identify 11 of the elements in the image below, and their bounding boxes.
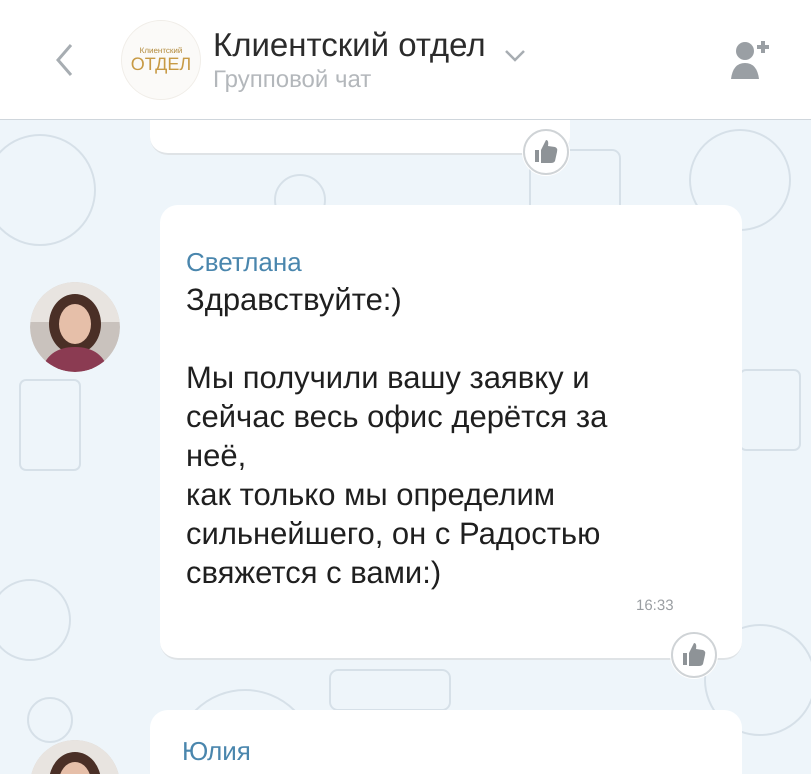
chevron-down-icon[interactable]: [504, 49, 526, 64]
logo-text: Клиентский: [140, 46, 182, 54]
chat-subtitle: Групповой чат: [213, 65, 372, 96]
message-time: 16:33: [636, 596, 674, 616]
back-icon[interactable]: [55, 42, 73, 76]
author-name: Юлия: [182, 735, 251, 768]
chat-title: Клиентский отдел: [213, 24, 486, 65]
logo-text: ОТДЕЛ: [130, 54, 192, 72]
author-name: Светлана: [186, 246, 302, 279]
add-user-icon[interactable]: [731, 38, 771, 80]
message-text: Здравствуйте:) Мы получили вашу заявку и сейчас весь офис дерётся за неё, как только мы определим сильнейшего, он с Радостью свяжется с вами:): [186, 281, 608, 592]
